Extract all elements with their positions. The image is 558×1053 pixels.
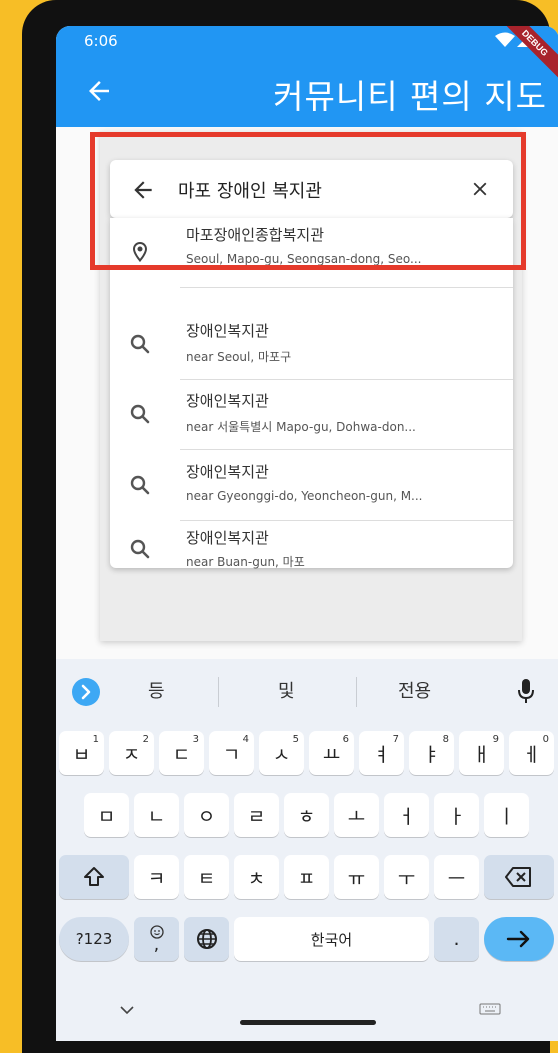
shift-key[interactable] <box>59 855 129 899</box>
period-key[interactable]: . <box>434 917 479 961</box>
key[interactable]: ㅍ <box>284 855 329 899</box>
suggestion-bar: 등 및 전용 <box>56 659 558 723</box>
space-key[interactable]: 한국어 <box>234 917 429 961</box>
result-subtitle: near Buan-gun, 마포 <box>186 555 305 569</box>
globe-icon <box>196 929 217 949</box>
back-arrow-icon[interactable] <box>84 76 114 106</box>
microphone-icon[interactable] <box>515 677 537 705</box>
key[interactable]: ㅛ6 <box>309 731 354 775</box>
status-time: 6:06 <box>84 32 118 50</box>
arrow-right-icon <box>506 930 530 948</box>
suggestion[interactable]: 전용 <box>398 677 431 703</box>
highlight-box <box>90 132 526 270</box>
suggestion[interactable]: 및 <box>278 677 295 703</box>
symbols-key[interactable]: ?123 <box>59 917 129 961</box>
key[interactable]: ㅗ <box>334 793 379 837</box>
key[interactable]: ㅕ7 <box>359 731 404 775</box>
keyboard-icon[interactable] <box>479 1003 501 1015</box>
search-results-list: 마포장애인종합복지관 Seoul, Mapo-gu, Seongsan-dong… <box>110 218 513 569</box>
key[interactable]: ㅂ1 <box>59 731 104 775</box>
backspace-icon <box>505 867 531 887</box>
chevron-right-icon <box>81 684 91 700</box>
divider <box>218 677 219 707</box>
key[interactable]: ㄷ3 <box>159 731 204 775</box>
key[interactable]: ㅏ <box>434 793 479 837</box>
divider <box>180 449 513 450</box>
key[interactable]: ㅐ9 <box>459 731 504 775</box>
app-title: 커뮤니티 편의 지도 <box>273 77 547 116</box>
wifi-icon <box>495 32 515 47</box>
result-title: 장애인복지관 <box>186 322 269 340</box>
key[interactable]: ㅜ <box>384 855 429 899</box>
result-subtitle: near Gyeonggi-do, Yeoncheon-gun, M... <box>186 489 423 503</box>
key[interactable]: ㅔ0 <box>509 731 554 775</box>
backspace-key[interactable] <box>484 855 554 899</box>
result-title: 장애인복지관 <box>186 392 269 410</box>
search-icon <box>130 539 150 559</box>
language-key[interactable] <box>184 917 229 961</box>
key[interactable]: ㄱ4 <box>209 731 254 775</box>
key[interactable]: ㅊ <box>234 855 279 899</box>
result-subtitle: near 서울특별시 Mapo-gu, Dohwa-don... <box>186 420 416 434</box>
key[interactable]: ㄹ <box>234 793 279 837</box>
screen: 6:06 DEBUG 커뮤니티 편의 지도 마포 장애인 복지관 마포장애인종합… <box>56 26 558 1041</box>
result-title: 장애인복지관 <box>186 529 269 547</box>
result-row[interactable]: 장애인복지관 near Gyeonggi-do, Yeoncheon-gun, … <box>110 451 513 521</box>
key[interactable]: ㅓ <box>384 793 429 837</box>
chevron-down-icon[interactable] <box>118 1003 136 1017</box>
shift-icon <box>84 867 104 886</box>
result-row[interactable]: 장애인복지관 near Seoul, 마포구 <box>110 310 513 380</box>
divider <box>180 287 513 288</box>
keyboard: 등 및 전용 ㅂ1 ㅈ2 ㄷ3 ㄱ4 ㅅ5 ㅛ6 ㅕ7 ㅑ8 ㅐ9 ㅔ0 ㅁ ㄴ… <box>56 659 558 1041</box>
result-subtitle: near Seoul, 마포구 <box>186 350 292 364</box>
phone-frame: 6:06 DEBUG 커뮤니티 편의 지도 마포 장애인 복지관 마포장애인종합… <box>22 0 558 1053</box>
search-icon <box>130 404 150 424</box>
key[interactable]: ㅠ <box>334 855 379 899</box>
key[interactable]: ㅌ <box>184 855 229 899</box>
result-row[interactable]: 장애인복지관 near Buan-gun, 마포 <box>110 521 513 569</box>
result-row[interactable]: 장애인복지관 near 서울특별시 Mapo-gu, Dohwa-don... <box>110 380 513 450</box>
app-bar: 6:06 DEBUG 커뮤니티 편의 지도 <box>56 26 558 127</box>
suggestion[interactable]: 등 <box>148 677 165 703</box>
key[interactable]: ㅈ2 <box>109 731 154 775</box>
enter-key[interactable] <box>484 917 554 961</box>
search-icon <box>130 334 150 354</box>
key[interactable]: ㅁ <box>84 793 129 837</box>
key[interactable]: ㅑ8 <box>409 731 454 775</box>
key[interactable]: ㅎ <box>284 793 329 837</box>
emoji-comma-key[interactable]: , <box>134 917 179 961</box>
key[interactable]: ㅡ <box>434 855 479 899</box>
home-handle[interactable] <box>240 1020 376 1025</box>
key[interactable]: ㅣ <box>484 793 529 837</box>
divider <box>356 677 357 707</box>
system-nav-bar <box>56 989 558 1041</box>
search-icon <box>130 475 150 495</box>
result-title: 장애인복지관 <box>186 463 269 481</box>
key[interactable]: ㄴ <box>134 793 179 837</box>
key[interactable]: ㅇ <box>184 793 229 837</box>
key[interactable]: ㅋ <box>134 855 179 899</box>
key[interactable]: ㅅ5 <box>259 731 304 775</box>
expand-suggestions-button[interactable] <box>72 678 100 706</box>
